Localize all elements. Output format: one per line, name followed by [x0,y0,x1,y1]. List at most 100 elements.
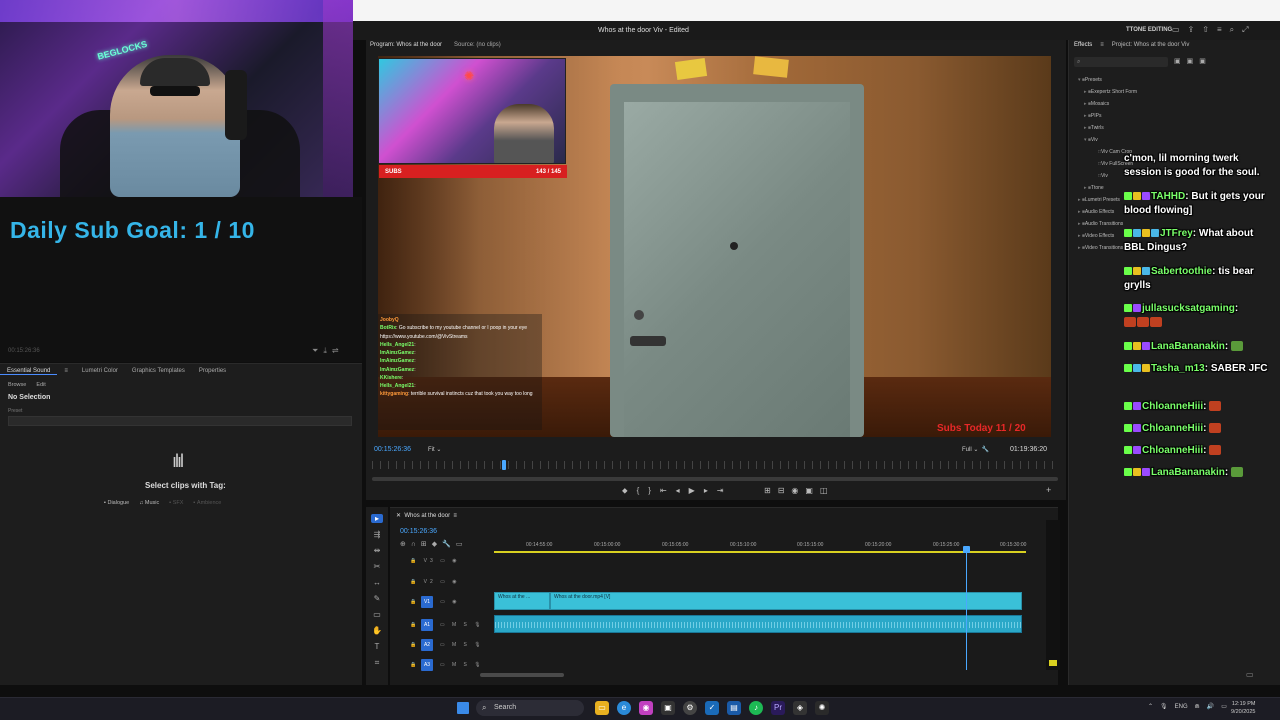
mark-out-icon[interactable]: } [648,486,651,496]
track-target-v1[interactable]: V1 [421,596,433,608]
tab-menu-icon[interactable]: ≡ [57,368,75,374]
steam-icon[interactable]: ✓ [705,701,719,715]
tree-folder[interactable]: Exepertz Short Form [1084,89,1137,95]
battery-icon[interactable]: ▭ [1221,703,1227,710]
vr-icon[interactable]: ◫ [820,486,828,495]
tab-project[interactable]: Project: Whos at the door Viv [1112,42,1190,48]
go-to-out-icon[interactable]: ⇥ [717,486,724,496]
tree-folder[interactable]: Viv [1084,137,1098,143]
tree-folder[interactable]: Lumetri Presets [1078,197,1120,203]
tree-folder[interactable]: Video Effects [1078,233,1114,239]
premiere-icon[interactable]: Pr [771,701,785,715]
video-clip[interactable]: Whos at the door.mp4 [V] [550,592,1022,610]
program-playhead[interactable] [502,460,506,470]
track-target-a2[interactable]: A2 [421,639,433,651]
resolution-dropdown[interactable]: Full ⌄ 🔧 [962,446,989,453]
volume-icon[interactable]: 🔊 [1207,703,1214,710]
tree-folder[interactable]: PIPs [1084,113,1102,119]
game-icon[interactable]: ◈ [793,701,807,715]
slip-tool-icon[interactable]: ↔ [371,578,383,587]
selection-tool-icon[interactable]: ▸ [371,514,383,523]
mark-in-icon[interactable]: { [637,486,640,496]
subtab-browse[interactable]: Browse [8,382,26,388]
mic-icon[interactable]: 🎙 [1160,703,1168,710]
timeline-tools[interactable]: ⊕∩⊞◆🔧▭ [400,540,467,548]
track-target-a3[interactable]: A3 [421,659,433,671]
hand-tool-icon[interactable]: ✋ [371,626,383,635]
tab-program[interactable]: Program: Whos at the door [370,42,442,48]
tab-effects[interactable]: Effects [1074,42,1092,48]
language-indicator[interactable]: ENG [1175,704,1188,710]
tab-properties[interactable]: Properties [192,368,233,374]
tray-chevron-icon[interactable]: ⌃ [1148,703,1153,710]
go-to-in-icon[interactable]: ⇤ [660,486,667,496]
track-target-a1[interactable]: A1 [421,619,433,631]
tree-folder[interactable]: Ttone [1084,185,1104,191]
tree-folder[interactable]: Mosaics [1084,101,1109,107]
filter-icon[interactable]: ⏷⤓⇌ [312,346,344,356]
track-header-v3[interactable]: 🔒 V3 ▭ ◉ [410,558,460,564]
subtab-edit[interactable]: Edit [36,382,45,388]
effects-search-input[interactable]: ⌕ [1074,57,1168,67]
tree-folder[interactable]: Video Transitions [1078,245,1123,251]
tab-essential-sound[interactable]: Essential Sound [0,368,58,375]
video-clip[interactable]: Whos at the ... [494,592,550,610]
file-explorer-icon[interactable]: ▭ [595,701,609,715]
track-header-v2[interactable]: 🔒 V2 ▭ ◉ [410,579,460,585]
new-bin-icon[interactable]: ▭ [1246,670,1254,679]
lift-icon[interactable]: ⊞ [764,486,771,495]
extract-icon[interactable]: ⊟ [778,486,785,495]
tab-source[interactable]: Source: (no clips) [454,42,501,48]
spotify-icon[interactable]: ♪ [749,701,763,715]
work-area-bar[interactable] [494,551,1026,553]
audio-clip[interactable] [494,615,1022,633]
taskbar-search[interactable]: Search [476,700,584,716]
taskbar-clock[interactable]: 12:19 PM 9/20/2025 [1231,700,1255,716]
tab-menu-icon[interactable]: ≡ [1100,42,1104,48]
program-ruler[interactable] [372,461,1058,469]
add-button-icon[interactable]: + [1046,485,1051,495]
step-back-icon[interactable]: ◂ [676,486,680,496]
step-forward-icon[interactable]: ▸ [704,486,708,496]
tab-graphics-templates[interactable]: Graphics Templates [125,368,192,374]
wifi-icon[interactable]: ⋒ [1195,703,1200,710]
settings-icon[interactable]: ⚙ [683,701,697,715]
timeline-playhead[interactable] [963,546,970,553]
pen-tool-icon[interactable]: ✎ [371,594,383,603]
zoom-fit-dropdown[interactable]: Fit ⌄ [428,446,441,453]
store-icon[interactable]: ▤ [727,701,741,715]
tree-folder[interactable]: Audio Effects [1078,209,1114,215]
track-header-v1[interactable]: 🔒 V1 ▭ ◉ [410,599,460,605]
add-marker-icon[interactable]: ⬥ [622,486,628,496]
timeline-timecode[interactable]: 00:15:26:36 [400,528,437,535]
track-select-tool-icon[interactable]: ⇶ [371,530,383,539]
caption-tool-icon[interactable]: ⌗ [371,658,383,668]
ripple-edit-tool-icon[interactable]: ⇹ [371,546,383,555]
tree-presets[interactable]: Presets [1078,77,1102,83]
ambience-tag-button[interactable]: ▪ Ambience [193,500,221,506]
effects-toolbar[interactable]: ▣▣▣ [1174,57,1212,65]
tab-lumetri-color[interactable]: Lumetri Color [75,368,125,374]
play-icon[interactable]: ▶ [689,486,695,496]
workspace-icons[interactable]: ▭⇪⇧≡⌕⤢ [1172,25,1257,35]
sfx-tag-button[interactable]: ▪ SFX [169,500,183,506]
tree-folder[interactable]: Audio Transitions [1078,221,1123,227]
music-tag-button[interactable]: ♫ Music [139,500,159,506]
dialogue-tag-button[interactable]: ▪ Dialogue [104,500,129,506]
camera-icon[interactable]: ◉ [791,486,798,495]
program-timecode[interactable]: 00:15:26:36 [374,446,411,453]
workspace-label[interactable]: TTONE EDITING [1126,27,1172,33]
windows-start-icon[interactable] [457,702,469,714]
tree-preset[interactable]: Viv [1098,173,1108,179]
type-tool-icon[interactable]: T [371,642,383,651]
preset-dropdown[interactable] [8,416,352,426]
rectangle-tool-icon[interactable]: ▭ [371,610,383,619]
edge-icon[interactable]: e [617,701,631,715]
tree-folder[interactable]: Twirls [1084,125,1104,131]
timeline-tab[interactable]: ✕ Whos at the door ≡ [396,512,457,519]
razor-tool-icon[interactable]: ✂ [371,562,383,571]
timeline-scrollbar[interactable] [480,673,564,677]
obs-icon[interactable]: ◉ [639,701,653,715]
program-zoom-scrollbar[interactable] [372,477,1058,481]
compare-icon[interactable]: ▣ [805,486,813,495]
